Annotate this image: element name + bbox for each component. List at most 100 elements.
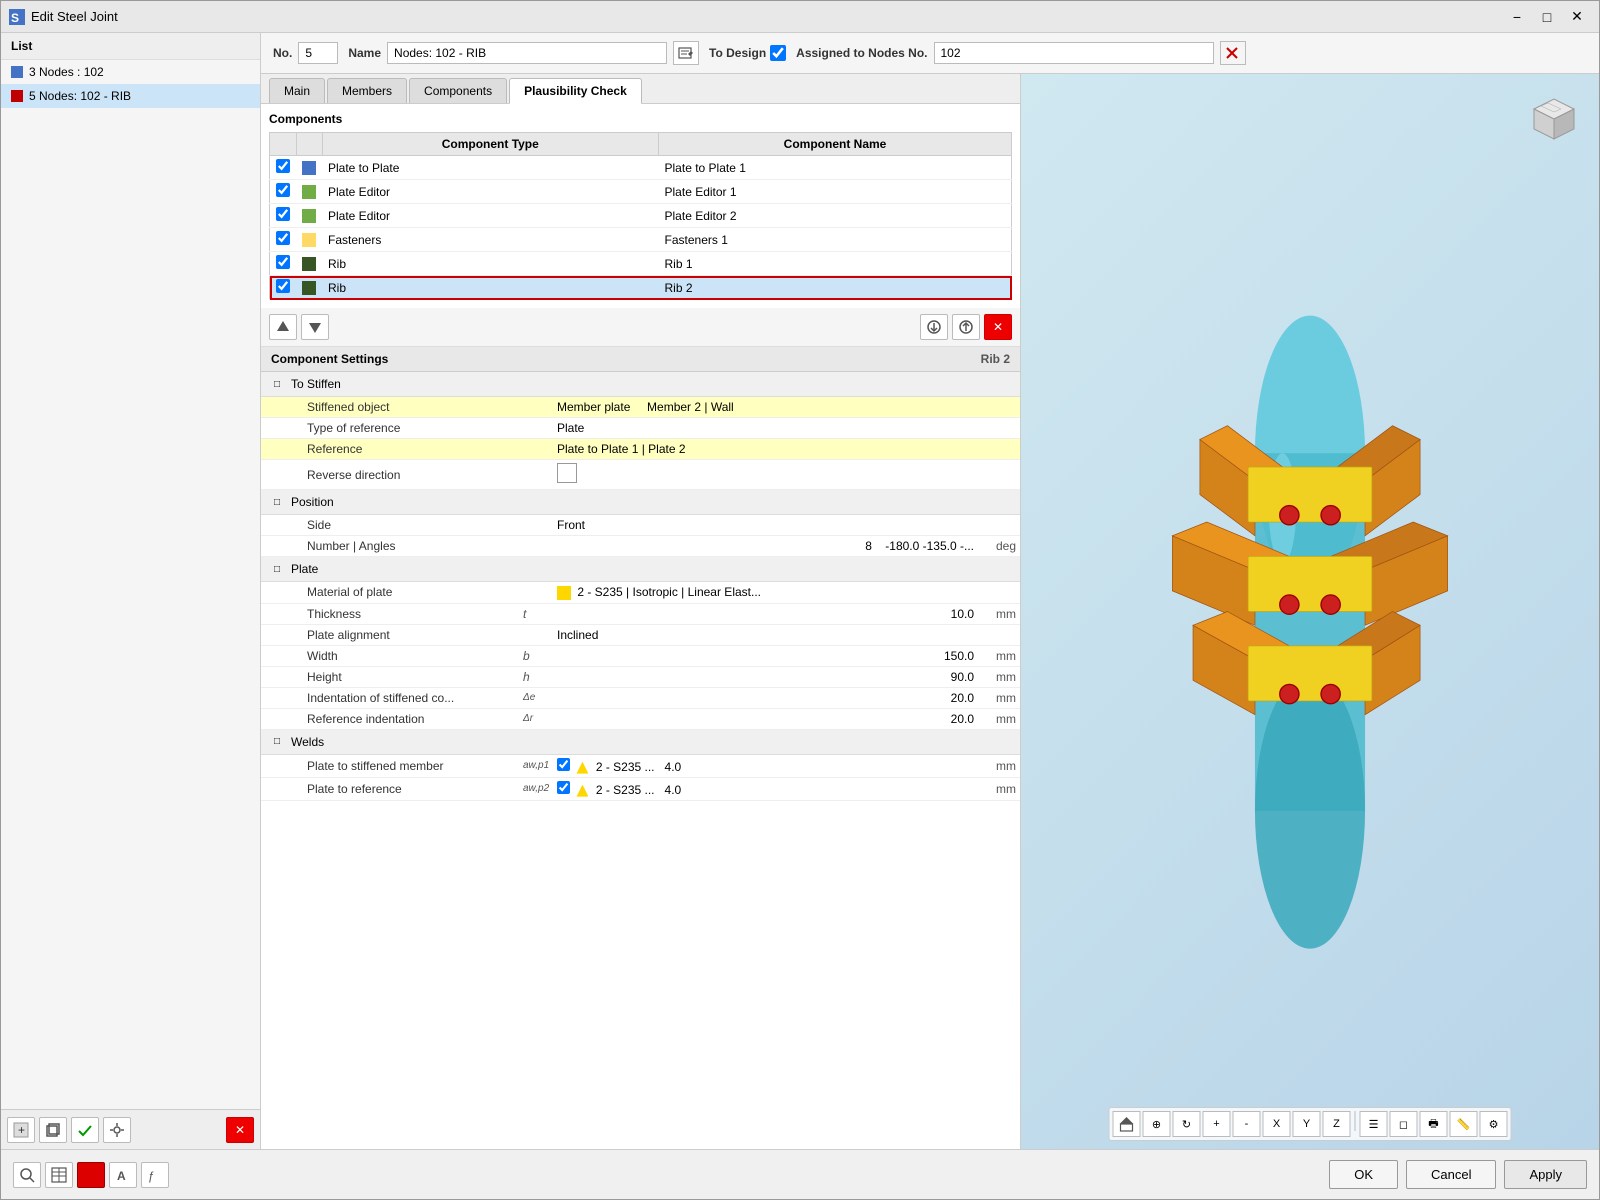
tab-main[interactable]: Main xyxy=(269,78,325,103)
tab-members[interactable]: Members xyxy=(327,78,407,103)
list-item[interactable]: 3 Nodes : 102 xyxy=(1,60,260,84)
name-field-group: Name Nodes: 102 - RIB xyxy=(348,41,699,65)
group-header-to-stiffen[interactable]: □ To Stiffen xyxy=(261,372,1020,397)
import-button[interactable] xyxy=(920,314,948,340)
window-controls: − □ ✕ xyxy=(1503,5,1591,29)
view-home-button[interactable] xyxy=(1113,1111,1141,1137)
add-node-button[interactable]: + xyxy=(7,1117,35,1143)
table-row[interactable]: Plate Editor Plate Editor 1 xyxy=(270,180,1012,204)
to-design-label: To Design xyxy=(709,46,766,60)
prop-thickness[interactable]: Thickness t 10.0 mm xyxy=(261,604,1020,625)
move-up-button[interactable] xyxy=(269,314,297,340)
view-layers-button[interactable]: ☰ xyxy=(1360,1111,1388,1137)
prop-name-material: Material of plate xyxy=(301,582,521,602)
prop-val-width: 150.0 xyxy=(551,646,980,666)
3d-viewport[interactable]: ⊕ ↻ + - X Y Z ☰ ◻ 🖶 📏 ⚙ xyxy=(1021,74,1599,1149)
table-row[interactable]: Rib Rib 1 xyxy=(270,252,1012,276)
delete-button[interactable]: ✕ xyxy=(226,1117,254,1143)
prop-reverse[interactable]: Reverse direction xyxy=(261,460,1020,490)
view-y-button[interactable]: Y xyxy=(1293,1111,1321,1137)
prop-weld-stiffened[interactable]: Plate to stiffened member aw,p1 2 - S235… xyxy=(261,755,1020,778)
assigned-value[interactable]: 102 xyxy=(934,42,1214,64)
group-header-welds[interactable]: □ Welds xyxy=(261,730,1020,755)
table-row[interactable]: Rib Rib 2 xyxy=(270,276,1012,300)
comp-checkbox[interactable] xyxy=(276,207,290,221)
comp-name: Rib 2 xyxy=(659,276,1012,300)
settings-button[interactable] xyxy=(103,1117,131,1143)
group-header-plate[interactable]: □ Plate xyxy=(261,557,1020,582)
search-bottom-button[interactable] xyxy=(13,1162,41,1188)
minimize-button[interactable]: − xyxy=(1503,5,1531,29)
comp-checkbox[interactable] xyxy=(276,183,290,197)
cancel-button[interactable]: Cancel xyxy=(1406,1160,1496,1189)
clear-assigned-button[interactable] xyxy=(1220,41,1246,65)
view-pan-button[interactable]: ⊕ xyxy=(1143,1111,1171,1137)
close-button[interactable]: ✕ xyxy=(1563,5,1591,29)
comp-checkbox[interactable] xyxy=(276,279,290,293)
form-area: Main Members Components Plausibility Che… xyxy=(261,74,1021,1149)
prop-material[interactable]: Material of plate 2 - S235 | Isotropic |… xyxy=(261,582,1020,604)
view-orbit-button[interactable]: ↻ xyxy=(1173,1111,1201,1137)
ok-button[interactable]: OK xyxy=(1329,1160,1398,1189)
apply-button[interactable]: Apply xyxy=(1504,1160,1587,1189)
comp-type: Plate Editor xyxy=(322,204,659,228)
list-item-label-1: 3 Nodes : 102 xyxy=(29,65,104,79)
prop-type-ref[interactable]: Type of reference Plate xyxy=(261,418,1020,439)
prop-height[interactable]: Height h 90.0 mm xyxy=(261,667,1020,688)
list-item-selected[interactable]: 5 Nodes: 102 - RIB xyxy=(1,84,260,108)
reverse-checkbox[interactable] xyxy=(557,463,577,483)
tab-plausibility[interactable]: Plausibility Check xyxy=(509,78,642,104)
to-design-checkbox[interactable] xyxy=(770,45,786,61)
prop-stiffened-object[interactable]: Stiffened object Member plate Member 2 |… xyxy=(261,397,1020,418)
comp-type: Fasteners xyxy=(322,228,659,252)
col-type: Component Type xyxy=(322,133,659,156)
edit-name-button[interactable] xyxy=(673,41,699,65)
weld1-checkbox[interactable] xyxy=(557,758,570,771)
view-measure-button[interactable]: 📏 xyxy=(1450,1111,1478,1137)
prop-unit-height: mm xyxy=(980,667,1020,687)
table-row[interactable]: Fasteners Fasteners 1 xyxy=(270,228,1012,252)
prop-val-material: 2 - S235 | Isotropic | Linear Elast... xyxy=(551,582,1020,603)
table-row[interactable]: Plate Editor Plate Editor 2 xyxy=(270,204,1012,228)
prop-side[interactable]: Side Front xyxy=(261,515,1020,536)
weld2-checkbox[interactable] xyxy=(557,781,570,794)
prop-name-height: Height xyxy=(301,667,521,687)
nav-cube[interactable] xyxy=(1519,84,1589,154)
right-panel: No. 5 Name Nodes: 102 - RIB To Design As… xyxy=(261,33,1599,1149)
move-down-button[interactable] xyxy=(301,314,329,340)
prop-alignment[interactable]: Plate alignment Inclined xyxy=(261,625,1020,646)
prop-width[interactable]: Width b 150.0 mm xyxy=(261,646,1020,667)
view-settings2-button[interactable]: ⚙ xyxy=(1480,1111,1508,1137)
red-square-button[interactable] xyxy=(77,1162,105,1188)
func-bottom-button[interactable]: ƒ xyxy=(141,1162,169,1188)
comp-checkbox[interactable] xyxy=(276,159,290,173)
prop-weld-reference[interactable]: Plate to reference aw,p2 2 - S235 ... 4.… xyxy=(261,778,1020,801)
maximize-button[interactable]: □ xyxy=(1533,5,1561,29)
export-button[interactable] xyxy=(952,314,980,340)
validate-button[interactable] xyxy=(71,1117,99,1143)
prop-indentation[interactable]: Indentation of stiffened co... Δe 20.0 m… xyxy=(261,688,1020,709)
view-x-button[interactable]: X xyxy=(1263,1111,1291,1137)
prop-angles[interactable]: Number | Angles 8 -180.0 -135.0 -... deg xyxy=(261,536,1020,557)
table-row[interactable]: Plate to Plate Plate to Plate 1 xyxy=(270,156,1012,180)
prop-ref-indentation[interactable]: Reference indentation Δr 20.0 mm xyxy=(261,709,1020,730)
table-bottom-button[interactable] xyxy=(45,1162,73,1188)
bottom-bar: A ƒ OK Cancel Apply xyxy=(1,1149,1599,1199)
view-print-button[interactable]: 🖶 xyxy=(1420,1111,1448,1137)
view-zoom-out-button[interactable]: - xyxy=(1233,1111,1261,1137)
no-value[interactable]: 5 xyxy=(298,42,338,64)
comp-checkbox[interactable] xyxy=(276,231,290,245)
name-value[interactable]: Nodes: 102 - RIB xyxy=(387,42,667,64)
view-z-button[interactable]: Z xyxy=(1323,1111,1351,1137)
view-render-button[interactable]: ◻ xyxy=(1390,1111,1418,1137)
copy-button[interactable] xyxy=(39,1117,67,1143)
tab-components[interactable]: Components xyxy=(409,78,507,103)
view-zoom-button[interactable]: + xyxy=(1203,1111,1231,1137)
left-bottom-toolbar: + ✕ xyxy=(1,1109,260,1149)
delete-comp-button[interactable]: ✕ xyxy=(984,314,1012,340)
text-bottom-button[interactable]: A xyxy=(109,1162,137,1188)
collapse-welds-icon: □ xyxy=(269,734,285,750)
comp-checkbox[interactable] xyxy=(276,255,290,269)
prop-reference[interactable]: Reference Plate to Plate 1 | Plate 2 xyxy=(261,439,1020,460)
group-header-position[interactable]: □ Position xyxy=(261,490,1020,515)
